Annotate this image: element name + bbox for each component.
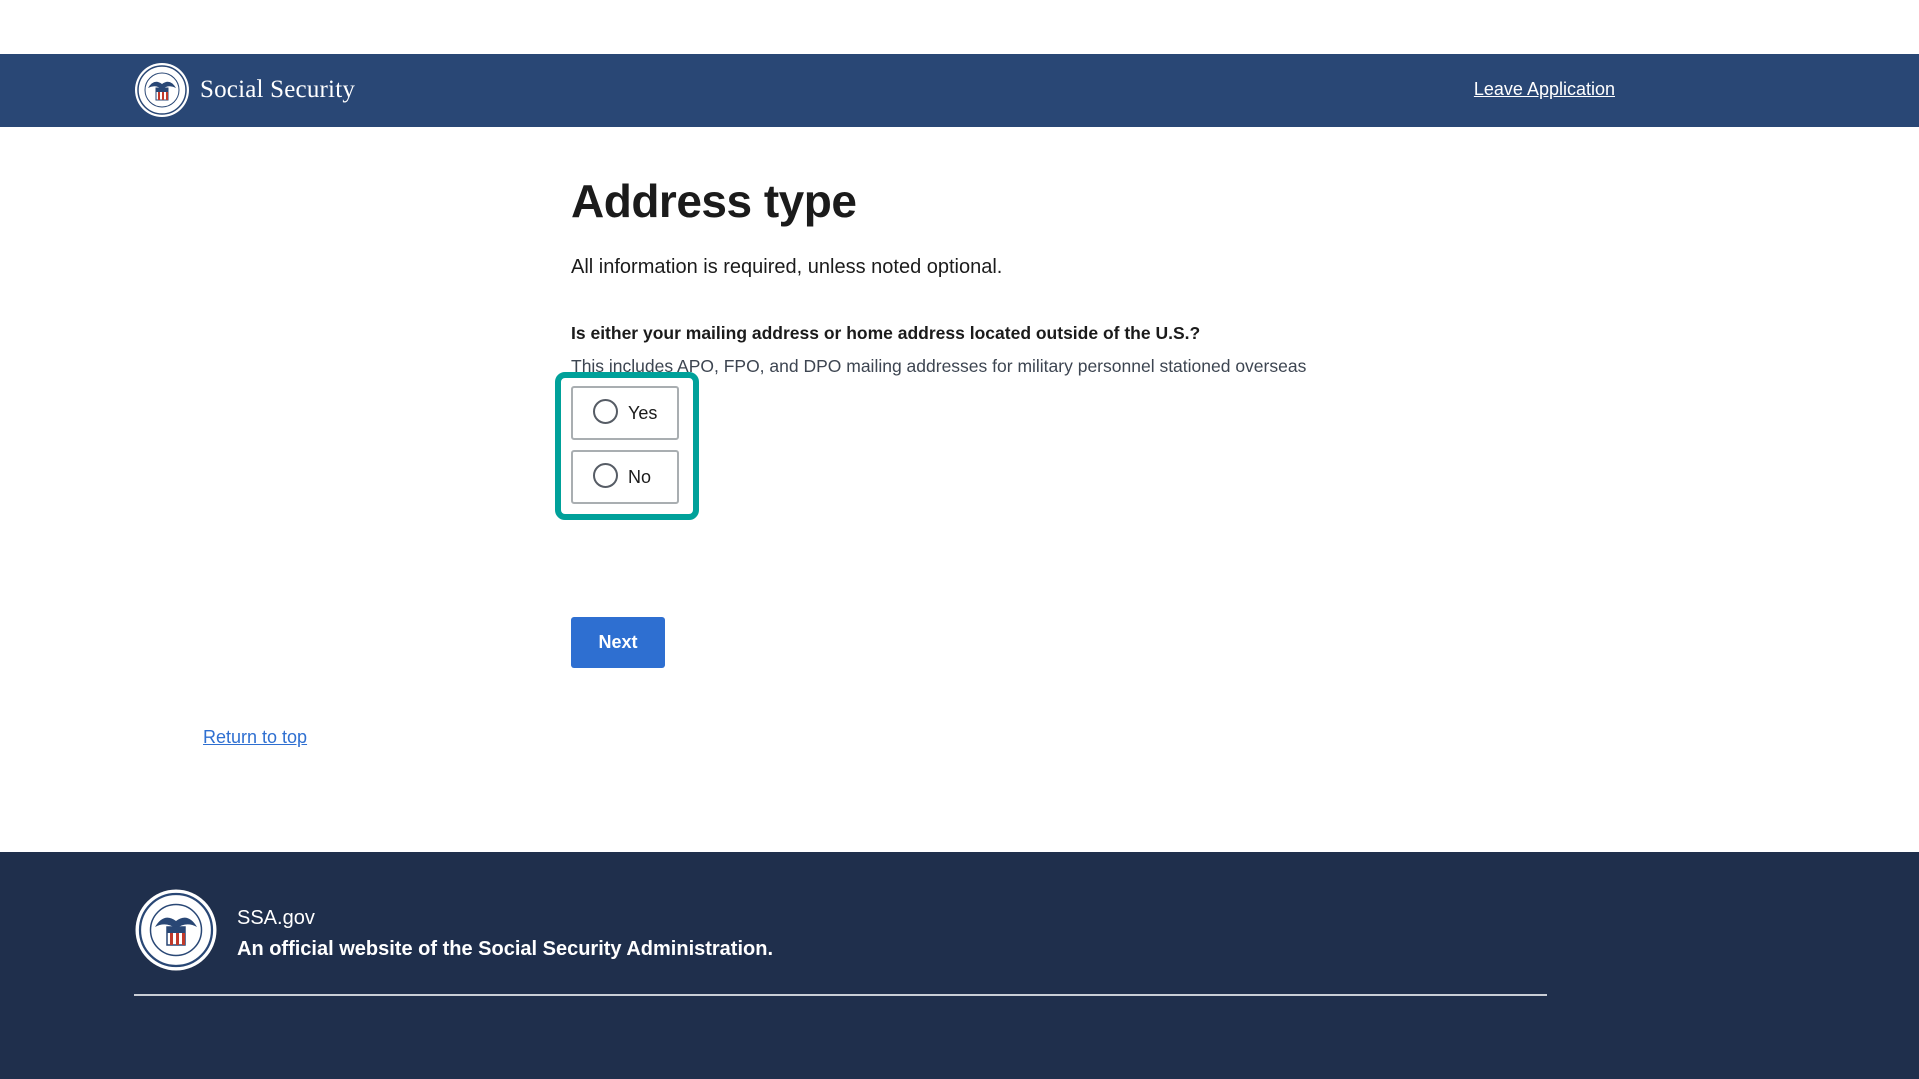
- return-to-top-link[interactable]: Return to top: [203, 727, 307, 748]
- radio-label-yes: Yes: [628, 402, 658, 423]
- address-question-label: Is either your mailing address or home a…: [571, 323, 1201, 343]
- ssa-seal-icon: [135, 63, 189, 117]
- footer-official-statement: An official website of the Social Securi…: [237, 938, 774, 960]
- site-header: Social Security Leave Application: [0, 54, 1919, 127]
- radio-circle-icon[interactable]: [593, 462, 618, 488]
- radio-option-no[interactable]: No: [571, 450, 679, 504]
- radio-option-yes[interactable]: Yes: [571, 386, 679, 440]
- brand[interactable]: Social Security: [134, 62, 355, 118]
- radio-label-no: No: [628, 466, 652, 487]
- site-footer: SSA.gov An official website of the Socia…: [0, 852, 1919, 1079]
- ssa-seal-icon: [135, 889, 217, 971]
- radio-circle-icon[interactable]: [593, 398, 618, 424]
- next-button[interactable]: Next: [571, 617, 665, 668]
- browser-top-strip: [0, 0, 1919, 54]
- required-info-note: All information is required, unless note…: [571, 256, 1003, 278]
- footer-site-name: SSA.gov: [237, 907, 315, 929]
- footer-divider: [134, 994, 1547, 996]
- brand-name: Social Security: [200, 76, 356, 103]
- leave-application-link[interactable]: Leave Application: [1474, 79, 1615, 100]
- page-title: Address type: [571, 175, 857, 227]
